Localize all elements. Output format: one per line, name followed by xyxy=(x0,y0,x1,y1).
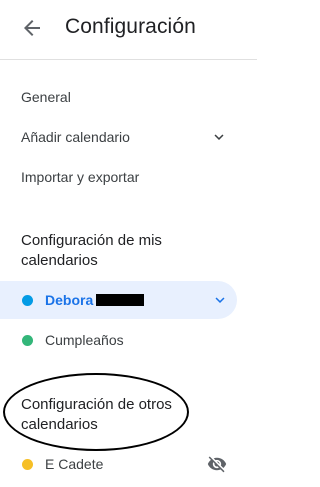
calendar-label: Cumpleaños xyxy=(45,332,124,348)
calendar-color-dot xyxy=(22,295,33,306)
calendar-item-e-cadete[interactable]: E Cadete xyxy=(0,445,237,483)
section-title-my-calendars: Configuración de mis calendarios xyxy=(21,231,221,271)
page-title: Configuración xyxy=(65,15,196,38)
section-title-other-calendars: Configuración de otros calendarios xyxy=(21,395,221,435)
app-header: Configuración xyxy=(0,0,257,58)
redaction-bar xyxy=(96,294,144,306)
calendar-item-cumpleanos[interactable]: Cumpleaños xyxy=(0,321,237,359)
calendar-label: Debora xyxy=(45,292,94,308)
chevron-down-icon[interactable] xyxy=(211,291,229,309)
calendar-color-dot xyxy=(22,335,33,346)
calendar-label: E Cadete xyxy=(45,456,104,472)
section-title-line: calendarios xyxy=(21,252,98,269)
section-title-line: calendarios xyxy=(21,416,98,433)
visibility-off-icon[interactable] xyxy=(207,454,227,474)
arrow-back-icon[interactable] xyxy=(20,16,44,40)
nav-item-add-calendar[interactable]: Añadir calendario xyxy=(21,129,130,145)
section-title-line: Configuración de mis xyxy=(21,232,162,249)
chevron-down-icon[interactable] xyxy=(210,128,228,146)
section-title-line: Configuración de otros xyxy=(21,396,172,413)
nav-item-general[interactable]: General xyxy=(21,89,71,105)
calendar-color-dot xyxy=(22,459,33,470)
calendar-item-debora[interactable]: Debora xyxy=(0,281,237,319)
header-divider xyxy=(0,59,257,60)
nav-item-import-export[interactable]: Importar y exportar xyxy=(21,169,139,185)
